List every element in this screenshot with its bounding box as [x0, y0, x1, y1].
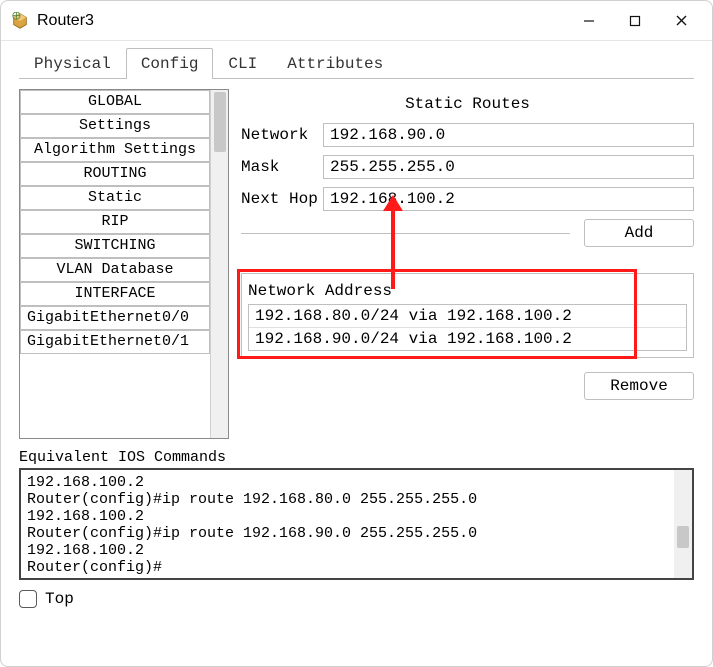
network-input[interactable]: [323, 123, 694, 147]
ios-scrollbar[interactable]: [674, 470, 692, 578]
sidebar-item-interface[interactable]: INTERFACE: [20, 282, 210, 306]
bottom-bar: Top: [1, 580, 712, 618]
sidebar-item-vlan-database[interactable]: VLAN Database: [20, 258, 210, 282]
sidebar-item-settings[interactable]: Settings: [20, 114, 210, 138]
route-list-header: Network Address: [248, 282, 687, 300]
config-sidebar: GLOBALSettingsAlgorithm SettingsROUTINGS…: [19, 89, 229, 439]
sidebar-scrollbar[interactable]: [210, 90, 228, 438]
top-checkbox-label: Top: [45, 590, 74, 608]
sidebar-item-gigabitethernet0-0[interactable]: GigabitEthernet0/0: [20, 306, 210, 330]
tab-cli[interactable]: CLI: [213, 48, 272, 79]
sidebar-item-global[interactable]: GLOBAL: [20, 90, 210, 114]
divider-line: [241, 233, 570, 234]
sidebar-scrollbar-thumb[interactable]: [214, 92, 226, 152]
ios-commands-box[interactable]: 192.168.100.2 Router(config)#ip route 19…: [19, 468, 694, 580]
sidebar-item-switching[interactable]: SWITCHING: [20, 234, 210, 258]
route-list-item[interactable]: 192.168.90.0/24 via 192.168.100.2: [249, 328, 686, 350]
top-checkbox[interactable]: [19, 590, 37, 608]
static-routes-panel: Static Routes Network Mask Next Hop Add …: [241, 89, 694, 439]
close-button[interactable]: [658, 5, 704, 37]
ios-commands-label: Equivalent IOS Commands: [19, 449, 694, 466]
tab-config[interactable]: Config: [126, 48, 214, 79]
nexthop-label: Next Hop: [241, 190, 323, 208]
panel-title: Static Routes: [241, 95, 694, 113]
route-list-item[interactable]: 192.168.80.0/24 via 192.168.100.2: [249, 305, 686, 328]
sidebar-item-algorithm-settings[interactable]: Algorithm Settings: [20, 138, 210, 162]
network-label: Network: [241, 126, 323, 144]
sidebar-item-rip[interactable]: RIP: [20, 210, 210, 234]
tab-bar: Physical Config CLI Attributes: [1, 41, 712, 78]
window-title: Router3: [37, 12, 94, 30]
app-window: Router3 Physical Config CLI Attributes G…: [0, 0, 713, 667]
tab-attributes[interactable]: Attributes: [272, 48, 398, 79]
sidebar-item-gigabitethernet0-1[interactable]: GigabitEthernet0/1: [20, 330, 210, 354]
router-icon: [11, 12, 29, 30]
route-list-box: Network Address 192.168.80.0/24 via 192.…: [241, 273, 694, 358]
add-button[interactable]: Add: [584, 219, 694, 247]
nexthop-input[interactable]: [323, 187, 694, 211]
tab-physical[interactable]: Physical: [19, 48, 126, 79]
minimize-button[interactable]: [566, 5, 612, 37]
mask-input[interactable]: [323, 155, 694, 179]
ios-scrollbar-thumb[interactable]: [677, 526, 689, 548]
remove-button[interactable]: Remove: [584, 372, 694, 400]
content-area: GLOBALSettingsAlgorithm SettingsROUTINGS…: [1, 79, 712, 439]
ios-commands-section: Equivalent IOS Commands 192.168.100.2 Ro…: [1, 449, 712, 580]
maximize-button[interactable]: [612, 5, 658, 37]
route-list[interactable]: 192.168.80.0/24 via 192.168.100.2192.168…: [248, 304, 687, 351]
mask-label: Mask: [241, 158, 323, 176]
ios-commands-text: 192.168.100.2 Router(config)#ip route 19…: [27, 474, 477, 576]
sidebar-item-routing[interactable]: ROUTING: [20, 162, 210, 186]
titlebar: Router3: [1, 1, 712, 41]
sidebar-item-static[interactable]: Static: [20, 186, 210, 210]
